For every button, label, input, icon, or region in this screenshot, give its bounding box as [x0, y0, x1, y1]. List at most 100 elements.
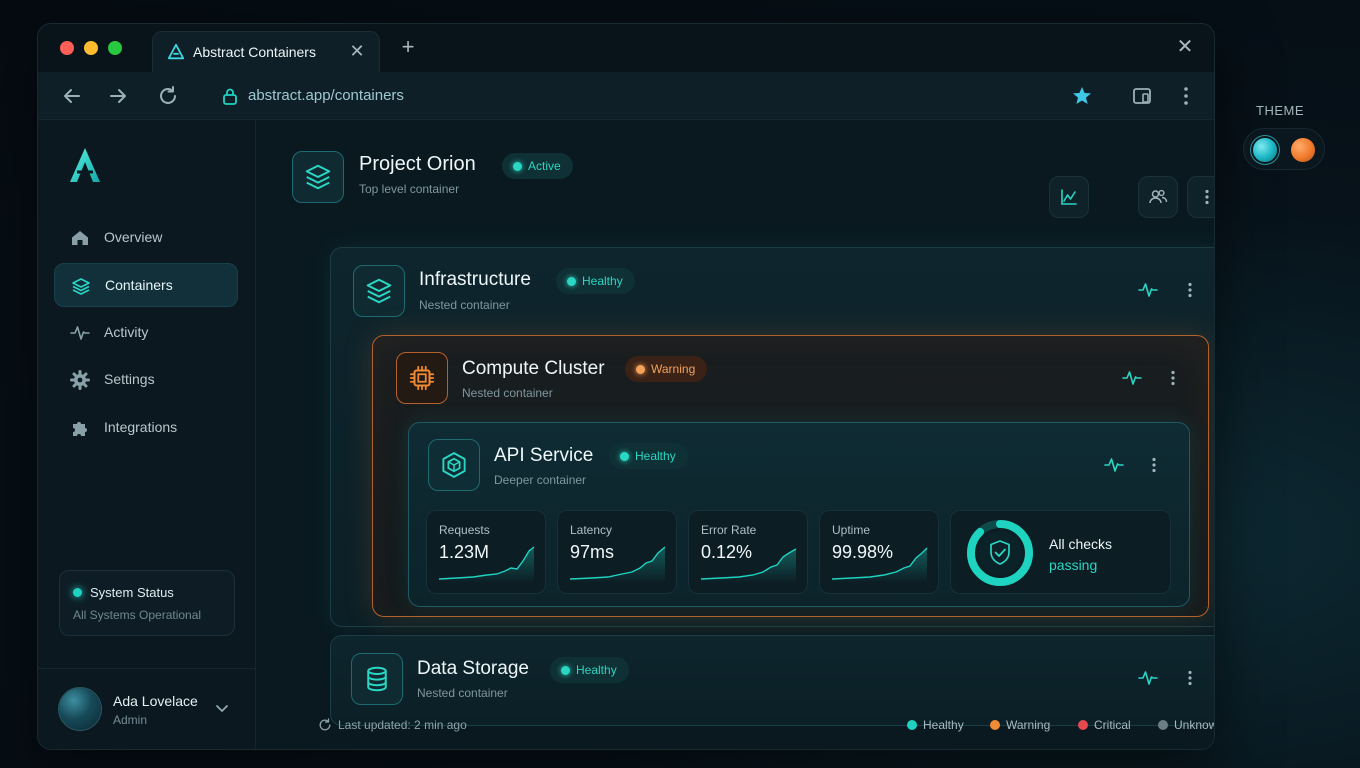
sidebar-item-label: Activity — [104, 324, 149, 340]
avatar[interactable] — [59, 688, 101, 730]
last-updated-text: Last updated: 2 min ago — [338, 718, 467, 732]
metric-card-latency[interactable]: Latency 97ms — [557, 510, 677, 594]
badge-label: Healthy — [582, 274, 623, 288]
brand-logo-icon[interactable] — [68, 146, 102, 184]
api-title: API Service — [494, 445, 594, 466]
legend-dot — [990, 720, 1000, 730]
more-vertical-icon[interactable] — [1180, 668, 1200, 688]
metric-card-error-rate[interactable]: Error Rate 0.12% — [688, 510, 808, 594]
url-text: abstract.app/containers — [248, 87, 404, 104]
theme-swatch-teal[interactable] — [1253, 138, 1277, 162]
more-options-button[interactable] — [1187, 176, 1214, 218]
user-role: Admin — [113, 713, 148, 727]
activity-icon[interactable] — [1104, 455, 1124, 475]
browser-menu-icon[interactable] — [1174, 84, 1198, 108]
shield-check-icon — [967, 520, 1033, 586]
star-icon[interactable] — [1070, 84, 1094, 108]
cube-icon — [442, 452, 466, 478]
status-indicator-dot — [73, 588, 82, 597]
sparkline-icon — [700, 548, 797, 583]
tab-bar: Abstract Containers ✕ + ✕ — [38, 24, 1214, 72]
metric-label: Error Rate — [701, 523, 757, 537]
analytics-button[interactable] — [1049, 176, 1089, 218]
activity-icon[interactable] — [1122, 368, 1142, 388]
legend-label: Critical — [1094, 718, 1131, 732]
health-checks-card[interactable]: All checks passing — [950, 510, 1171, 594]
system-status-title: System Status — [90, 585, 174, 600]
lock-icon — [223, 88, 237, 105]
storage-icon-box — [351, 653, 403, 705]
legend-item-critical: Critical — [1078, 718, 1131, 732]
sidebar-item-label: Integrations — [104, 419, 178, 435]
status-badge: Warning — [625, 356, 708, 382]
compute-title: Compute Cluster — [462, 358, 605, 379]
more-vertical-icon[interactable] — [1144, 455, 1164, 475]
layers-icon — [72, 278, 90, 295]
sidebar-toggle-icon[interactable] — [1130, 84, 1154, 108]
users-icon — [1149, 189, 1168, 204]
legend-label: Warning — [1006, 718, 1051, 732]
more-vertical-icon[interactable] — [1163, 368, 1183, 388]
chevron-down-icon[interactable] — [214, 700, 230, 716]
new-tab-icon[interactable]: + — [396, 36, 420, 60]
minimize-window-dot[interactable] — [84, 41, 98, 55]
api-icon-box — [428, 439, 480, 491]
status-badge: Healthy — [550, 657, 629, 683]
status-badge: Active — [502, 153, 573, 179]
legend-item-warning: Warning — [990, 718, 1050, 732]
activity-icon[interactable] — [1138, 668, 1158, 688]
tab-title: Abstract Containers — [193, 44, 316, 60]
close-tab-icon[interactable]: ✕ — [347, 41, 367, 61]
api-subtitle: Deeper container — [494, 473, 587, 487]
sidebar-item-label: Settings — [104, 371, 155, 387]
gear-icon — [70, 370, 90, 390]
activity-icon[interactable] — [1138, 280, 1158, 300]
data-storage-container[interactable] — [330, 635, 1214, 726]
sidebar-item-label: Overview — [104, 229, 163, 245]
storage-title: Data Storage — [417, 658, 529, 679]
system-status-card[interactable]: System Status All Systems Operational — [59, 570, 235, 636]
metric-label: Requests — [439, 523, 490, 537]
sidebar-item-overview[interactable]: Overview — [54, 216, 238, 260]
refresh-icon[interactable] — [318, 718, 332, 732]
legend-dot — [1158, 720, 1168, 730]
close-window-dot[interactable] — [60, 41, 74, 55]
storage-subtitle: Nested container — [417, 686, 508, 700]
metric-label: Uptime — [832, 523, 871, 537]
checks-title: All checks — [1049, 536, 1113, 552]
sparkline-icon — [438, 546, 535, 583]
theme-label: THEME — [1256, 103, 1304, 118]
browser-tab[interactable]: Abstract Containers ✕ — [152, 31, 380, 72]
members-button[interactable] — [1138, 176, 1178, 218]
home-icon — [72, 231, 88, 245]
activity-icon — [70, 326, 90, 340]
forward-arrow-icon[interactable] — [106, 84, 130, 108]
sidebar-item-containers[interactable]: Containers — [54, 263, 238, 307]
reload-icon[interactable] — [156, 84, 180, 108]
layers-icon — [305, 164, 331, 190]
sidebar-item-activity[interactable]: Activity — [54, 311, 238, 355]
sidebar-item-integrations[interactable]: Integrations — [54, 406, 238, 450]
system-status-subtitle: All Systems Operational — [73, 608, 202, 622]
metric-card-requests[interactable]: Requests 1.23M — [426, 510, 546, 594]
project-icon-box — [292, 151, 344, 203]
theme-swatch-orange[interactable] — [1291, 138, 1315, 162]
maximize-window-dot[interactable] — [108, 41, 122, 55]
metric-card-uptime[interactable]: Uptime 99.98% — [819, 510, 939, 594]
compute-icon-box — [396, 352, 448, 404]
sidebar-item-settings[interactable]: Settings — [54, 358, 238, 402]
infrastructure-title: Infrastructure — [419, 269, 531, 290]
address-bar[interactable]: abstract.app/containers — [206, 77, 1106, 115]
sidebar-item-label: Containers — [105, 277, 173, 293]
sparkline-icon — [831, 547, 928, 583]
back-arrow-icon[interactable] — [60, 84, 84, 108]
more-vertical-icon[interactable] — [1180, 280, 1200, 300]
badge-label: Healthy — [576, 663, 617, 677]
theme-picker — [1243, 128, 1325, 170]
close-icon[interactable]: ✕ — [1174, 36, 1196, 58]
legend-label: Unknown — [1174, 718, 1214, 732]
sidebar: Overview Containers Activity Settings In… — [38, 120, 256, 749]
badge-label: Warning — [651, 362, 696, 376]
main-content: Project Orion Top level container Active — [256, 120, 1214, 749]
infrastructure-icon-box — [353, 265, 405, 317]
